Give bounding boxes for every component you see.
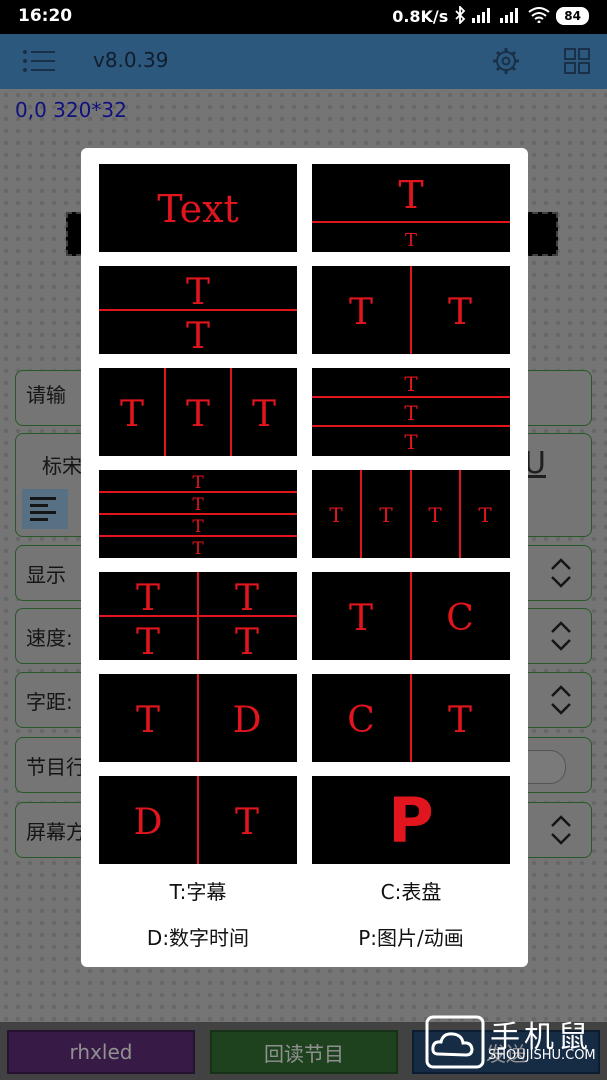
layout-tile-top-bottom-small[interactable]: T T	[312, 164, 510, 252]
tile-label: T	[192, 495, 204, 515]
tile-label: D	[134, 802, 163, 843]
bluetooth-icon	[454, 4, 466, 26]
tile-label: T	[405, 230, 417, 251]
tile-label: T	[192, 473, 204, 493]
watermark-site: SHOUJISHU.COM	[488, 1048, 596, 1063]
tile-label: D	[233, 700, 262, 741]
layout-tile-three-cols[interactable]: T T T	[99, 368, 297, 456]
tile-label: T	[136, 700, 160, 741]
layout-tile-text-digital[interactable]: T D	[99, 674, 297, 762]
cloud-logo-icon	[424, 1014, 486, 1074]
tile-label: C	[347, 700, 375, 741]
tile-label: T	[192, 539, 204, 558]
layout-tile-two-cols[interactable]: T T	[312, 266, 510, 354]
layout-tile-four-cols[interactable]: T T T T	[312, 470, 510, 558]
tile-label: T	[404, 430, 418, 454]
tile-label: T	[404, 401, 418, 425]
layout-tile-text[interactable]: Text	[99, 164, 297, 252]
status-icons: 0.8K/s 84	[392, 4, 589, 26]
tile-label: T	[235, 622, 259, 660]
layout-tile-grid-2x2[interactable]: T T T T	[99, 572, 297, 660]
tile-label: T	[186, 394, 210, 435]
layout-tile-four-rows[interactable]: T T T T	[99, 470, 297, 558]
network-speed: 0.8K/s	[392, 6, 449, 26]
tile-label: T	[192, 517, 204, 537]
legend-c: C:表盘	[380, 880, 442, 904]
layout-tile-digital-text[interactable]: D T	[99, 776, 297, 864]
tile-label: T	[136, 578, 160, 619]
layout-tile-two-rows[interactable]: T T	[99, 266, 297, 354]
battery-indicator: 84	[556, 7, 589, 25]
tile-label: C	[446, 598, 474, 639]
tile-label: T	[404, 372, 418, 396]
tile-label: T	[448, 700, 472, 741]
layout-tile-three-rows[interactable]: T T T	[312, 368, 510, 456]
layout-tile-text-clock[interactable]: T C	[312, 572, 510, 660]
tile-label: T	[379, 503, 393, 527]
tile-label: Text	[157, 187, 239, 231]
tile-label: T	[120, 394, 144, 435]
legend-p: P:图片/动画	[358, 926, 464, 950]
tile-label: T	[398, 173, 423, 217]
tile-label: T	[478, 503, 492, 527]
tile-label: T	[329, 503, 343, 527]
tile-label: T	[349, 598, 373, 639]
legend-d: D:数字时间	[146, 926, 250, 950]
tile-label: T	[235, 802, 259, 843]
signal-icon	[472, 7, 494, 25]
tile-label: T	[186, 316, 210, 354]
tile-label: T	[252, 394, 276, 435]
tile-label: P	[388, 784, 433, 857]
tile-label: T	[448, 292, 472, 333]
status-bar: 16:20 0.8K/s 84	[0, 0, 607, 34]
status-time: 16:20	[18, 6, 73, 26]
tile-label: T	[136, 622, 160, 660]
layout-tile-clock-text[interactable]: C T	[312, 674, 510, 762]
legend-t: T:字幕	[169, 880, 227, 904]
watermark: 手机鼠 SHOUJISHU.COM	[420, 1008, 607, 1080]
tile-label: T	[235, 578, 259, 619]
wifi-icon	[528, 7, 550, 25]
tile-label: T	[428, 503, 442, 527]
layout-picker-dialog: Text T T T T T T T T T T T T T T T T T T…	[81, 148, 528, 967]
signal-icon	[500, 7, 522, 25]
tile-label: T	[349, 292, 373, 333]
layout-tile-picture[interactable]: P	[312, 776, 510, 864]
tile-label: T	[186, 272, 210, 313]
